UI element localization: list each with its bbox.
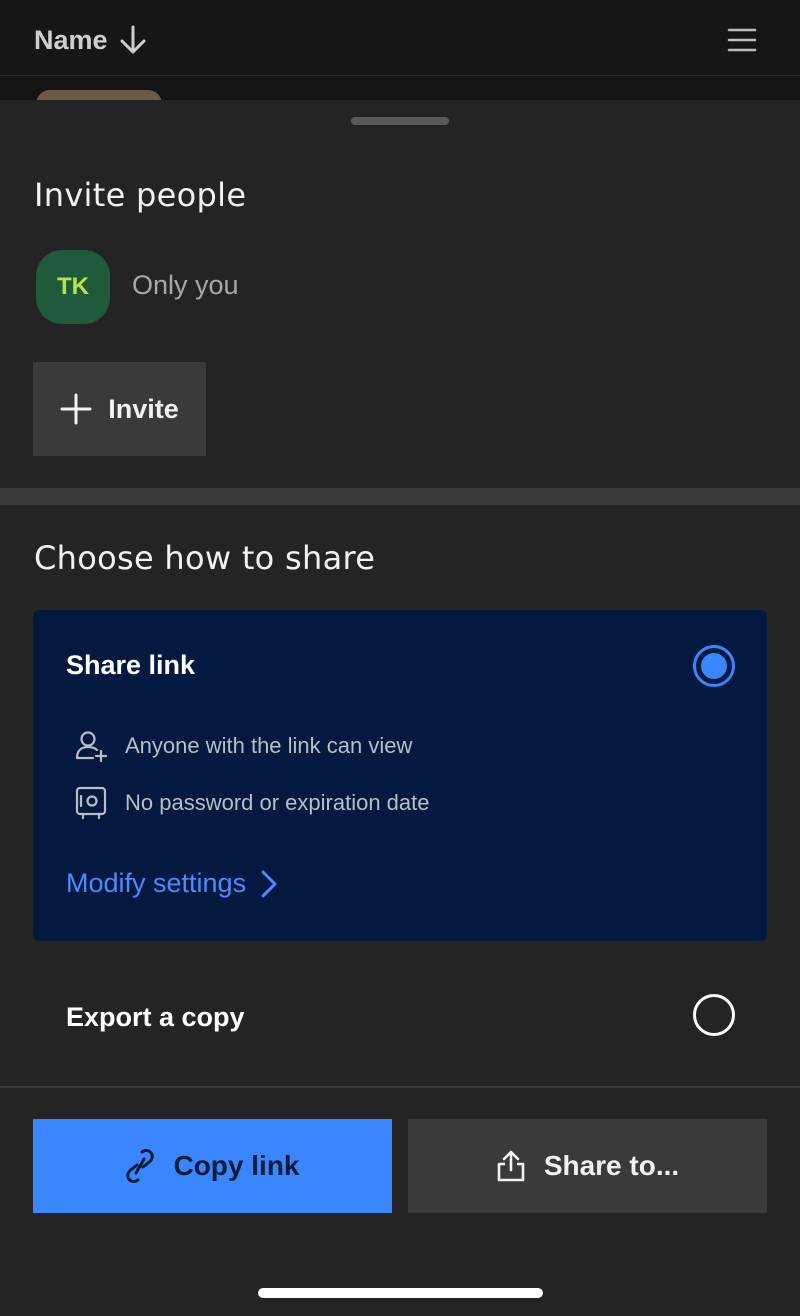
link-permission-row: Anyone with the link can view bbox=[73, 728, 412, 764]
copy-link-button[interactable]: Copy link bbox=[33, 1119, 392, 1213]
radio-selected-dot bbox=[701, 653, 727, 679]
hamburger-menu-icon[interactable] bbox=[726, 24, 758, 56]
user-add-icon bbox=[73, 728, 109, 764]
share-to-label: Share to... bbox=[543, 1150, 680, 1181]
choose-share-title: Choose how to share bbox=[34, 539, 376, 577]
share-link-radio[interactable] bbox=[693, 645, 735, 687]
members-text: Only you bbox=[132, 270, 239, 300]
plus-icon bbox=[60, 393, 92, 425]
home-indicator bbox=[258, 1288, 543, 1298]
share-upload-icon bbox=[496, 1149, 526, 1183]
arrow-down-icon bbox=[118, 24, 148, 56]
link-security-text: No password or expiration date bbox=[125, 790, 430, 815]
safe-icon bbox=[73, 785, 109, 821]
section-divider bbox=[0, 488, 800, 505]
modify-settings-label: Modify settings bbox=[66, 868, 247, 898]
share-link-label: Share link bbox=[66, 650, 196, 680]
export-copy-label: Export a copy bbox=[66, 1002, 245, 1032]
chevron-right-icon bbox=[260, 869, 278, 899]
copy-link-label: Copy link bbox=[173, 1150, 300, 1181]
invite-button-label: Invite bbox=[108, 393, 179, 424]
invite-button[interactable]: Invite bbox=[33, 362, 206, 456]
modify-settings-link[interactable]: Modify settings bbox=[66, 868, 278, 899]
sort-label: Name bbox=[34, 24, 108, 55]
export-copy-radio[interactable] bbox=[693, 994, 735, 1036]
top-bar: Name bbox=[0, 0, 800, 76]
share-sheet: Invite people TK Only you Invite Choose … bbox=[0, 100, 800, 1316]
invite-people-title: Invite people bbox=[34, 176, 247, 214]
avatar-initials: TK bbox=[57, 273, 89, 300]
avatar: TK bbox=[36, 250, 110, 324]
share-link-option[interactable]: Share link Anyone with the link can view bbox=[33, 610, 767, 941]
sheet-grabber-handle[interactable] bbox=[351, 117, 449, 125]
actions-divider bbox=[0, 1086, 800, 1088]
share-to-button[interactable]: Share to... bbox=[408, 1119, 767, 1213]
sort-by-name-button[interactable]: Name bbox=[34, 22, 148, 58]
link-icon bbox=[125, 1148, 155, 1184]
link-security-row: No password or expiration date bbox=[73, 785, 430, 821]
link-permission-text: Anyone with the link can view bbox=[125, 733, 413, 758]
export-copy-option[interactable]: Export a copy bbox=[0, 970, 800, 1060]
